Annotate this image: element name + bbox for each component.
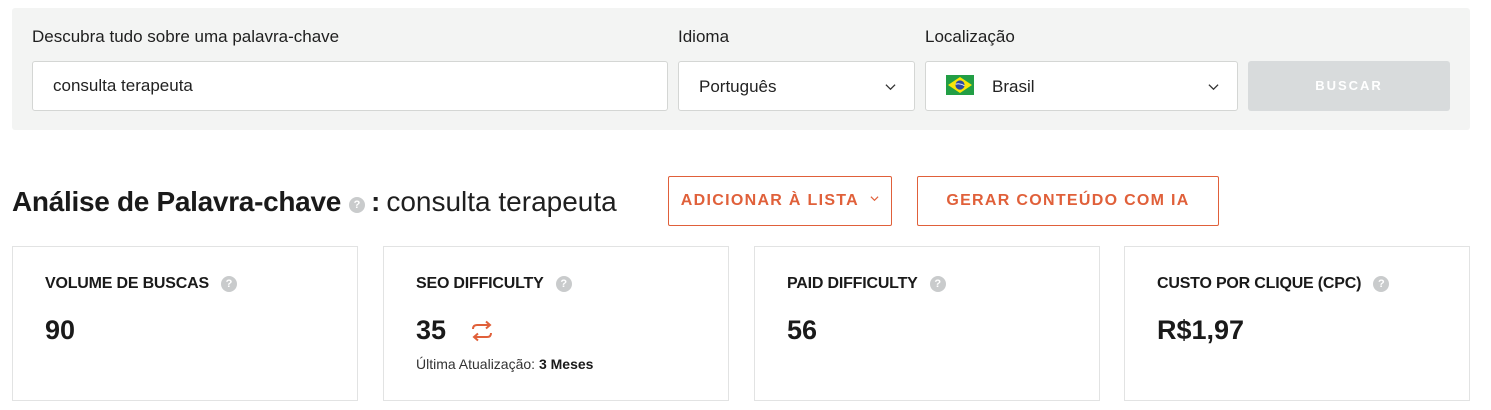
metric-card-search-volume: VOLUME DE BUSCAS ? 90 — [12, 246, 358, 401]
help-icon[interactable]: ? — [220, 276, 237, 292]
analysis-title: Análise de Palavra-chave — [12, 186, 341, 217]
metric-label-text: VOLUME DE BUSCAS — [45, 275, 209, 292]
metric-card-seo-difficulty: SEO DIFFICULTY ? 35 Última Atualização: … — [383, 246, 729, 401]
metric-label-text: CUSTO POR CLIQUE (CPC) — [1157, 275, 1362, 292]
metric-value: 90 — [45, 315, 76, 345]
keyword-input[interactable]: consulta terapeuta — [32, 61, 668, 111]
chevron-down-icon — [870, 196, 879, 202]
brazil-flag-icon — [946, 75, 974, 95]
metric-label: CUSTO POR CLIQUE (CPC) ? — [1157, 275, 1390, 293]
search-panel: Descubra tudo sobre uma palavra-chave Id… — [12, 8, 1470, 130]
metric-value: R$1,97 — [1157, 315, 1245, 345]
metric-card-cpc: CUSTO POR CLIQUE (CPC) ? R$1,97 — [1124, 246, 1470, 401]
last-updated-prefix: Última Atualização: — [416, 356, 536, 372]
metric-label: PAID DIFFICULTY ? — [787, 275, 946, 293]
metric-value: 35 — [416, 315, 447, 345]
language-select-value: Português — [699, 77, 777, 96]
metric-label: VOLUME DE BUSCAS ? — [45, 275, 237, 293]
location-label: Localização — [925, 27, 1015, 46]
add-to-list-label: ADICIONAR À LISTA — [680, 192, 859, 209]
generate-ai-content-button[interactable]: GERAR CONTEÚDO COM IA — [917, 176, 1219, 226]
location-select-value: Brasil — [992, 77, 1035, 96]
title-separator: : — [371, 186, 381, 217]
chevron-down-icon — [1208, 84, 1219, 91]
metric-label: SEO DIFFICULTY ? — [416, 275, 572, 293]
help-icon[interactable]: ? — [1373, 276, 1390, 292]
location-select[interactable]: Brasil — [925, 61, 1238, 111]
language-label: Idioma — [678, 27, 730, 46]
refresh-icon[interactable] — [469, 320, 495, 342]
last-updated-value: 3 Meses — [538, 356, 594, 372]
metric-value: 56 — [787, 315, 818, 345]
search-button[interactable]: BUSCAR — [1248, 61, 1450, 111]
metric-label-text: SEO DIFFICULTY — [416, 275, 544, 292]
metric-card-paid-difficulty: PAID DIFFICULTY ? 56 — [754, 246, 1100, 401]
metric-label-text: PAID DIFFICULTY — [787, 275, 918, 292]
last-updated: Última Atualização: 3 Meses — [416, 356, 593, 372]
keyword-label: Descubra tudo sobre uma palavra-chave — [32, 27, 340, 46]
help-icon[interactable]: ? — [555, 276, 572, 292]
language-select[interactable]: Português — [678, 61, 915, 111]
add-to-list-button[interactable]: ADICIONAR À LISTA — [668, 176, 892, 226]
page-title: Análise de Palavra-chave ? : consulta te… — [12, 180, 617, 224]
help-icon[interactable]: ? — [349, 197, 365, 213]
chevron-down-icon — [885, 84, 896, 91]
help-icon[interactable]: ? — [929, 276, 946, 292]
analysis-keyword: consulta terapeuta — [386, 186, 617, 217]
